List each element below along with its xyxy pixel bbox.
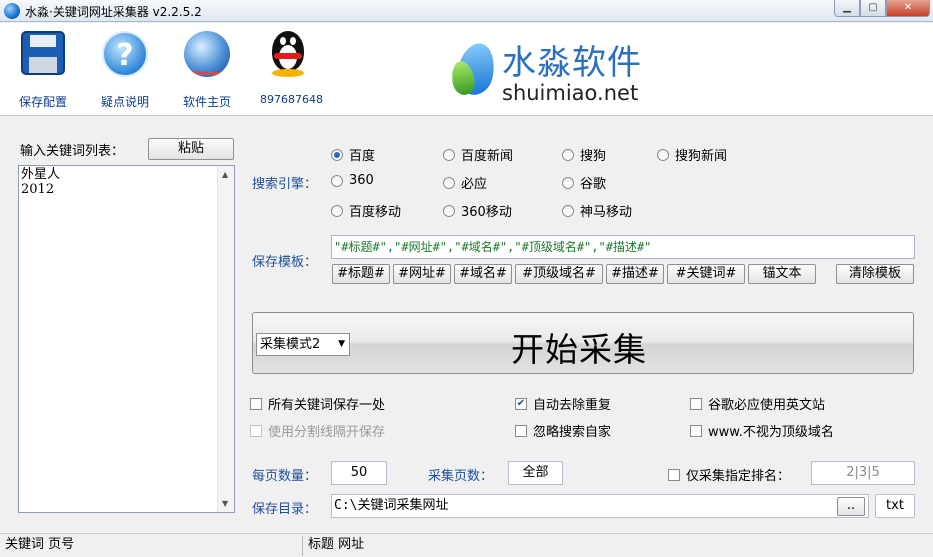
radio-icon (562, 148, 574, 161)
radio-icon (331, 174, 343, 187)
use-separator-checkbox[interactable]: 使用分割线隔开保存 (250, 421, 385, 440)
close-button[interactable]: ✕ (886, 0, 930, 17)
paste-button[interactable]: 粘贴 (148, 138, 234, 160)
save-dir-label: 保存目录： (252, 502, 318, 517)
scroll-down-icon[interactable]: ▼ (222, 499, 228, 508)
keyword-line: 外星人 (21, 167, 61, 182)
keyword-list-label: 输入关键词列表： (20, 144, 125, 159)
status-bar: 关键词 页号 标题 网址 (0, 533, 933, 557)
checkmark-icon: ✔ (515, 397, 527, 410)
rank-input[interactable]: 2|3|5 (811, 461, 915, 485)
globe-icon (183, 31, 231, 79)
homepage-label: 软件主页 (182, 95, 231, 109)
insert-url-button[interactable]: #网址# (393, 264, 451, 284)
save-all-in-one-checkbox[interactable]: 所有关键词保存一处 (250, 394, 385, 413)
brand-logo: 水淼软件 shuimiao.net (449, 33, 662, 113)
scroll-up-icon[interactable]: ▲ (222, 170, 228, 179)
chevron-down-icon: ▼ (338, 339, 345, 349)
homepage-tool[interactable]: 软件主页 (182, 23, 232, 110)
brand-name-en: shuimiao.net (502, 81, 639, 105)
start-collect-label: 开始采集 (511, 330, 647, 369)
output-format-button[interactable]: txt (875, 494, 915, 518)
brand-name-cn: 水淼软件 (502, 43, 642, 83)
insert-top-domain-button[interactable]: #顶级域名# (515, 264, 603, 284)
save-template-label: 保存模板： (252, 255, 318, 270)
qq-penguin-icon (264, 31, 312, 79)
auto-dedup-checkbox[interactable]: ✔ 自动去除重复 (515, 394, 611, 413)
insert-anchor-text-button[interactable]: 锚文本 (748, 264, 816, 284)
radio-icon (331, 204, 343, 217)
radio-icon (562, 176, 574, 189)
window-controls: ▁ ▢ ✕ (834, 0, 930, 18)
checkbox-icon (668, 468, 680, 481)
engine-radio-baidu-news[interactable]: 百度新闻 (443, 145, 513, 164)
engine-radio-360-mobile[interactable]: 360移动 (443, 201, 512, 220)
radio-selected-icon (331, 148, 343, 161)
search-engine-label: 搜索引擎： (252, 177, 318, 192)
clear-template-button[interactable]: 清除模板 (836, 264, 914, 284)
template-input[interactable]: "#标题#","#网址#","#域名#","#顶级域名#","#描述#" (331, 235, 915, 259)
pages-input[interactable]: 全部 (508, 461, 563, 485)
engine-radio-baidu-mobile[interactable]: 百度移动 (331, 201, 401, 220)
status-title-url: 标题 网址 (308, 537, 365, 552)
checkbox-icon (250, 397, 262, 410)
window-title: 水淼·关键词网址采集器 v2.2.5.2 (25, 5, 202, 19)
www-not-top-domain-checkbox[interactable]: www.不视为顶级域名 (690, 421, 834, 440)
keyword-line: 2012 (21, 182, 55, 197)
checkbox-icon (515, 424, 527, 437)
radio-icon (443, 176, 455, 189)
per-page-label: 每页数量： (252, 469, 318, 484)
checkbox-icon (690, 397, 702, 410)
engine-radio-shenma-mobile[interactable]: 神马移动 (562, 201, 632, 220)
start-collect-button[interactable]: 采集模式2 ▼ 开始采集 (252, 312, 914, 374)
engine-radio-sogou-news[interactable]: 搜狗新闻 (657, 145, 727, 164)
keyword-textarea[interactable]: 外星人 2012 ▲ ▼ (18, 165, 235, 513)
collect-mode-select[interactable]: 采集模式2 ▼ (256, 333, 350, 356)
water-drop-icon (449, 39, 500, 99)
insert-keyword-button[interactable]: #关键词# (667, 264, 745, 284)
app-icon (4, 3, 20, 19)
maximize-button[interactable]: ▢ (860, 0, 886, 17)
save-config-tool[interactable]: 保存配置 (18, 23, 68, 110)
minimize-button[interactable]: ▁ (834, 0, 860, 17)
pages-label: 采集页数： (428, 469, 494, 484)
rank-only-checkbox[interactable]: 仅采集指定排名： (668, 465, 790, 484)
save-dir-input[interactable]: C:\关键词采集网址 (331, 494, 869, 518)
checkbox-icon (250, 424, 262, 437)
floppy-disk-icon (19, 31, 67, 79)
per-page-input[interactable]: 50 (331, 461, 387, 485)
radio-icon (562, 204, 574, 217)
engine-radio-bing[interactable]: 必应 (443, 173, 487, 192)
qq-tool[interactable]: 897687648 (260, 23, 323, 106)
radio-icon (657, 148, 669, 161)
insert-domain-button[interactable]: #域名# (454, 264, 512, 284)
title-bar: 水淼·关键词网址采集器 v2.2.5.2 ▁ ▢ ✕ (0, 0, 933, 22)
toolbar: 保存配置 ? 疑点说明 软件主页 897687648 水淼软件 shuimiao… (0, 23, 933, 116)
insert-description-button[interactable]: #描述# (606, 264, 664, 284)
engine-radio-google[interactable]: 谷歌 (562, 173, 606, 192)
engine-radio-sogou[interactable]: 搜狗 (562, 145, 606, 164)
keyword-scrollbar[interactable]: ▲ ▼ (217, 166, 234, 512)
help-tool[interactable]: ? 疑点说明 (100, 23, 150, 110)
ignore-own-engine-checkbox[interactable]: 忽略搜索自家 (515, 421, 611, 440)
qq-number-label: 897687648 (260, 93, 323, 106)
radio-icon (443, 204, 455, 217)
checkbox-icon (690, 424, 702, 437)
engine-radio-360[interactable]: 360 (331, 173, 374, 188)
status-keyword-page: 关键词 页号 (5, 537, 75, 552)
question-mark-icon: ? (101, 31, 149, 79)
insert-title-button[interactable]: #标题# (332, 264, 390, 284)
google-bing-english-checkbox[interactable]: 谷歌必应使用英文站 (690, 394, 825, 413)
engine-radio-baidu[interactable]: 百度 (331, 145, 375, 164)
radio-icon (443, 148, 455, 161)
save-config-label: 保存配置 (18, 95, 67, 109)
help-label: 疑点说明 (100, 95, 149, 109)
browse-dir-button[interactable]: .. (837, 497, 865, 516)
